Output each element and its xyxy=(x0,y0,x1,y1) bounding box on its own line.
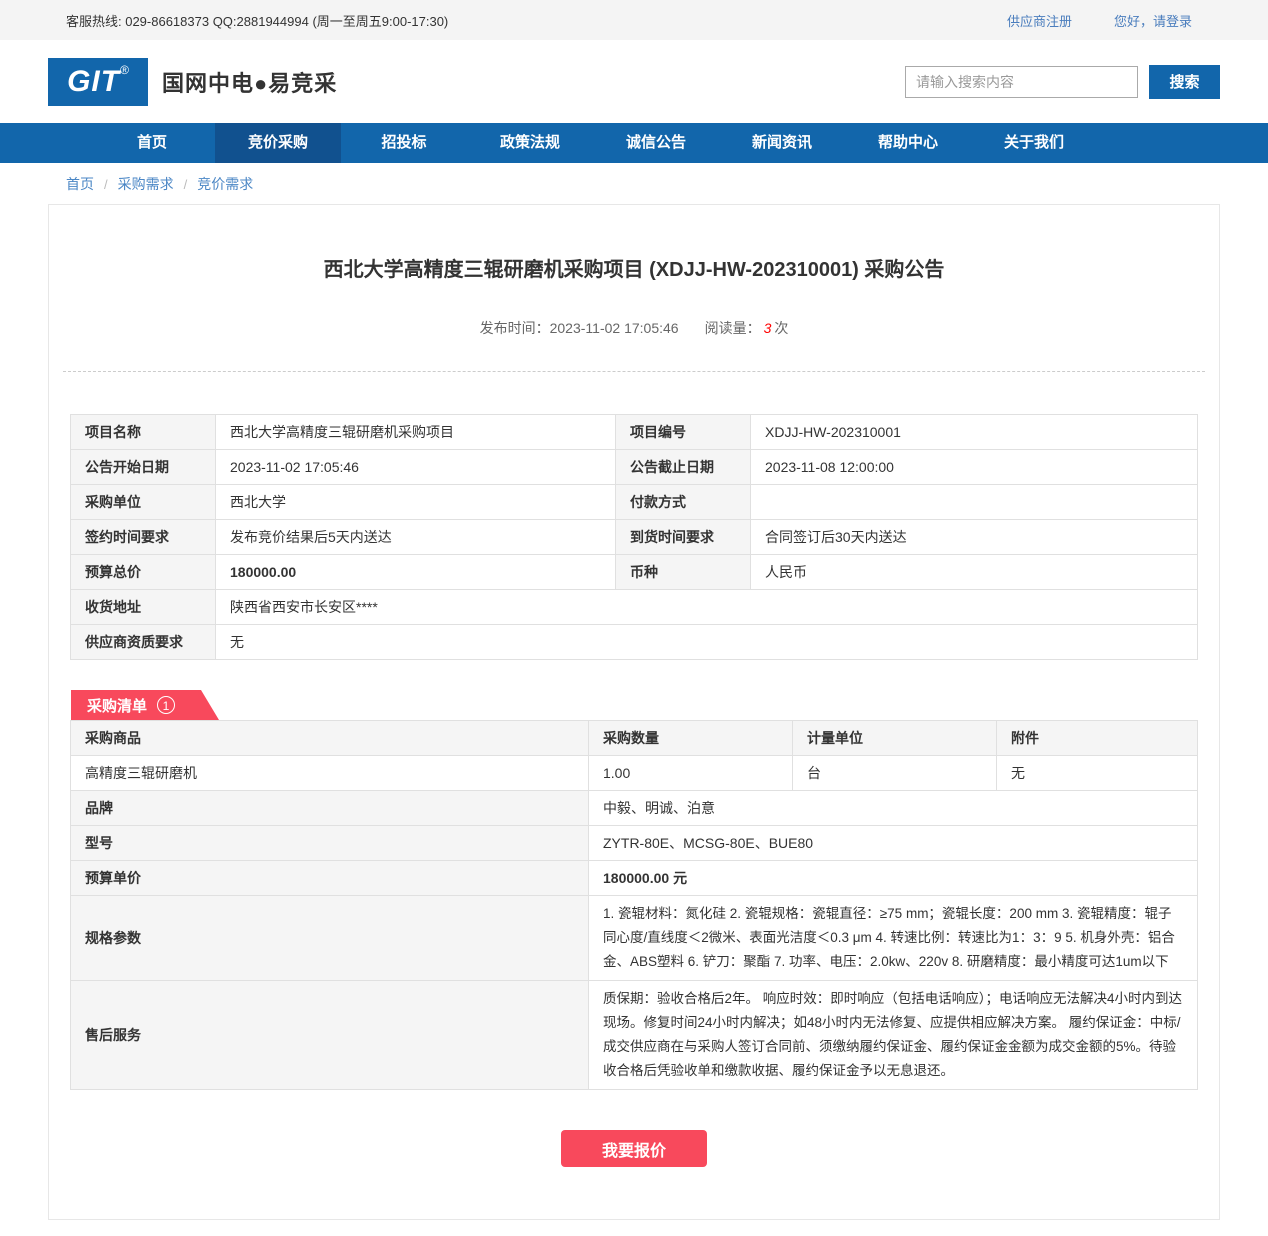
announcement-card: 西北大学高精度三辊研磨机采购项目 (XDJJ-HW-202310001) 采购公… xyxy=(48,204,1220,1220)
brand-value-cell: 中毅、明诚、泊意 xyxy=(589,791,1198,826)
publish-time-label: 发布时间： xyxy=(480,320,550,336)
dashed-divider xyxy=(63,371,1205,372)
column-header-attachment: 附件 xyxy=(997,721,1198,756)
supplier-register-link[interactable]: 供应商注册 xyxy=(1007,11,1072,30)
project-info-table: 项目名称 西北大学高精度三辊研磨机采购项目 项目编号 XDJJ-HW-20231… xyxy=(70,414,1198,660)
info-label-cell: 供应商资质要求 xyxy=(71,625,216,660)
search-input[interactable] xyxy=(905,66,1138,98)
search-area: 搜索 xyxy=(905,65,1220,99)
logo[interactable]: GIT ® xyxy=(48,58,148,106)
column-header-product: 采购商品 xyxy=(71,721,589,756)
nav-item-tender[interactable]: 招投标 xyxy=(341,123,467,163)
breadcrumb-separator: / xyxy=(104,177,108,192)
nav-item-integrity[interactable]: 诚信公告 xyxy=(593,123,719,163)
table-row: 签约时间要求 发布竞价结果后5天内送达 到货时间要求 合同签订后30天内送达 xyxy=(71,520,1198,555)
hotline-text: 客服热线: 029-86618373 QQ:2881944994 (周一至周五9… xyxy=(48,11,448,30)
info-label-cell: 公告截止日期 xyxy=(616,450,751,485)
breadcrumb-bidding-demand[interactable]: 竞价需求 xyxy=(197,174,253,194)
table-header-row: 采购商品 采购数量 计量单位 附件 xyxy=(71,721,1198,756)
detail-label-cell: 品牌 xyxy=(71,791,589,826)
page-title: 西北大学高精度三辊研磨机采购项目 (XDJJ-HW-202310001) 采购公… xyxy=(49,205,1219,282)
info-value-cell: 人民币 xyxy=(751,555,1198,590)
table-row: 收货地址 陕西省西安市长安区**** xyxy=(71,590,1198,625)
nav-item-news[interactable]: 新闻资讯 xyxy=(719,123,845,163)
topbar-links: 供应商注册 您好，请登录 xyxy=(1007,11,1220,30)
info-label-cell: 付款方式 xyxy=(616,485,751,520)
nav-item-home[interactable]: 首页 xyxy=(89,123,215,163)
views-unit: 次 xyxy=(774,320,788,336)
purchase-list-tab: 采购清单 1 xyxy=(71,690,219,720)
info-value-cell: 无 xyxy=(216,625,1198,660)
table-row: 品牌 中毅、明诚、泊意 xyxy=(71,791,1198,826)
table-row: 规格参数 1. 瓷辊材料：氮化硅 2. 瓷辊规格：瓷辊直径：≥75 mm；瓷辊长… xyxy=(71,896,1198,981)
views-label: 阅读量： xyxy=(705,320,761,336)
nav-item-bidding-purchase[interactable]: 竞价采购 xyxy=(215,123,341,163)
announcement-meta: 发布时间：2023-11-02 17:05:46 阅读量：3次 xyxy=(49,318,1219,338)
nav-item-help[interactable]: 帮助中心 xyxy=(845,123,971,163)
column-header-quantity: 采购数量 xyxy=(589,721,793,756)
info-label-cell: 预算总价 xyxy=(71,555,216,590)
product-row: 高精度三辊研磨机 1.00 台 无 xyxy=(71,756,1198,791)
table-row: 公告开始日期 2023-11-02 17:05:46 公告截止日期 2023-1… xyxy=(71,450,1198,485)
info-label-cell: 项目名称 xyxy=(71,415,216,450)
table-row: 采购单位 西北大学 付款方式 xyxy=(71,485,1198,520)
detail-label-cell: 型号 xyxy=(71,826,589,861)
info-value-cell: 陕西省西安市长安区**** xyxy=(216,590,1198,625)
product-attachment-cell: 无 xyxy=(997,756,1198,791)
topbar: 客服热线: 029-86618373 QQ:2881944994 (周一至周五9… xyxy=(0,0,1268,40)
nav-item-about[interactable]: 关于我们 xyxy=(971,123,1097,163)
main-nav: 首页 竞价采购 招投标 政策法规 诚信公告 新闻资讯 帮助中心 关于我们 xyxy=(0,123,1268,163)
column-header-unit: 计量单位 xyxy=(793,721,997,756)
info-label-cell: 到货时间要求 xyxy=(616,520,751,555)
info-value-cell xyxy=(751,485,1198,520)
search-button[interactable]: 搜索 xyxy=(1149,65,1220,99)
info-value-cell: XDJJ-HW-202310001 xyxy=(751,415,1198,450)
info-value-cell: 2023-11-02 17:05:46 xyxy=(216,450,616,485)
breadcrumb-separator: / xyxy=(184,177,188,192)
table-row: 预算单价 180000.00 元 xyxy=(71,861,1198,896)
quote-button[interactable]: 我要报价 xyxy=(561,1130,707,1167)
info-value-cell: 西北大学高精度三辊研磨机采购项目 xyxy=(216,415,616,450)
purchase-list-table: 采购商品 采购数量 计量单位 附件 高精度三辊研磨机 1.00 台 无 品牌 中… xyxy=(70,720,1198,1090)
info-label-cell: 项目编号 xyxy=(616,415,751,450)
model-value-cell: ZYTR-80E、MCSG-80E、BUE80 xyxy=(589,826,1198,861)
spec-value-cell: 1. 瓷辊材料：氮化硅 2. 瓷辊规格：瓷辊直径：≥75 mm；瓷辊长度：200… xyxy=(589,896,1198,981)
login-link[interactable]: 您好，请登录 xyxy=(1114,11,1192,30)
header: GIT ® 国网中电●易竞采 搜索 xyxy=(0,40,1268,123)
info-value-cell: 2023-11-08 12:00:00 xyxy=(751,450,1198,485)
purchase-list-tab-label: 采购清单 xyxy=(87,695,147,716)
views-count: 3 xyxy=(764,320,772,336)
info-label-cell: 币种 xyxy=(616,555,751,590)
breadcrumb-procurement-demand[interactable]: 采购需求 xyxy=(118,174,174,194)
brand-title: 国网中电●易竞采 xyxy=(162,66,337,98)
publish-time-value: 2023-11-02 17:05:46 xyxy=(550,320,679,336)
nav-item-policy[interactable]: 政策法规 xyxy=(467,123,593,163)
purchase-list-count-badge: 1 xyxy=(157,696,175,714)
unit-price-value-cell: 180000.00 元 xyxy=(589,861,1198,896)
product-quantity-cell: 1.00 xyxy=(589,756,793,791)
after-sales-value-cell: 质保期：验收合格后2年。 响应时效：即时响应（包括电话响应）；电话响应无法解决4… xyxy=(589,981,1198,1090)
detail-label-cell: 售后服务 xyxy=(71,981,589,1090)
info-label-cell: 签约时间要求 xyxy=(71,520,216,555)
registered-trademark-icon: ® xyxy=(120,63,129,77)
table-row: 预算总价 180000.00 币种 人民币 xyxy=(71,555,1198,590)
breadcrumb: 首页 / 采购需求 / 竞价需求 xyxy=(0,163,1268,204)
info-label-cell: 收货地址 xyxy=(71,590,216,625)
budget-total-value: 180000.00 xyxy=(216,555,616,590)
detail-label-cell: 规格参数 xyxy=(71,896,589,981)
table-row: 供应商资质要求 无 xyxy=(71,625,1198,660)
logo-text: GIT xyxy=(67,65,120,99)
breadcrumb-home[interactable]: 首页 xyxy=(66,174,94,194)
info-value-cell: 发布竞价结果后5天内送达 xyxy=(216,520,616,555)
info-value-cell: 合同签订后30天内送达 xyxy=(751,520,1198,555)
detail-label-cell: 预算单价 xyxy=(71,861,589,896)
table-row: 型号 ZYTR-80E、MCSG-80E、BUE80 xyxy=(71,826,1198,861)
product-unit-cell: 台 xyxy=(793,756,997,791)
table-row: 项目名称 西北大学高精度三辊研磨机采购项目 项目编号 XDJJ-HW-20231… xyxy=(71,415,1198,450)
info-label-cell: 公告开始日期 xyxy=(71,450,216,485)
product-name-cell: 高精度三辊研磨机 xyxy=(71,756,589,791)
info-label-cell: 采购单位 xyxy=(71,485,216,520)
table-row: 售后服务 质保期：验收合格后2年。 响应时效：即时响应（包括电话响应）；电话响应… xyxy=(71,981,1198,1090)
info-value-cell: 西北大学 xyxy=(216,485,616,520)
